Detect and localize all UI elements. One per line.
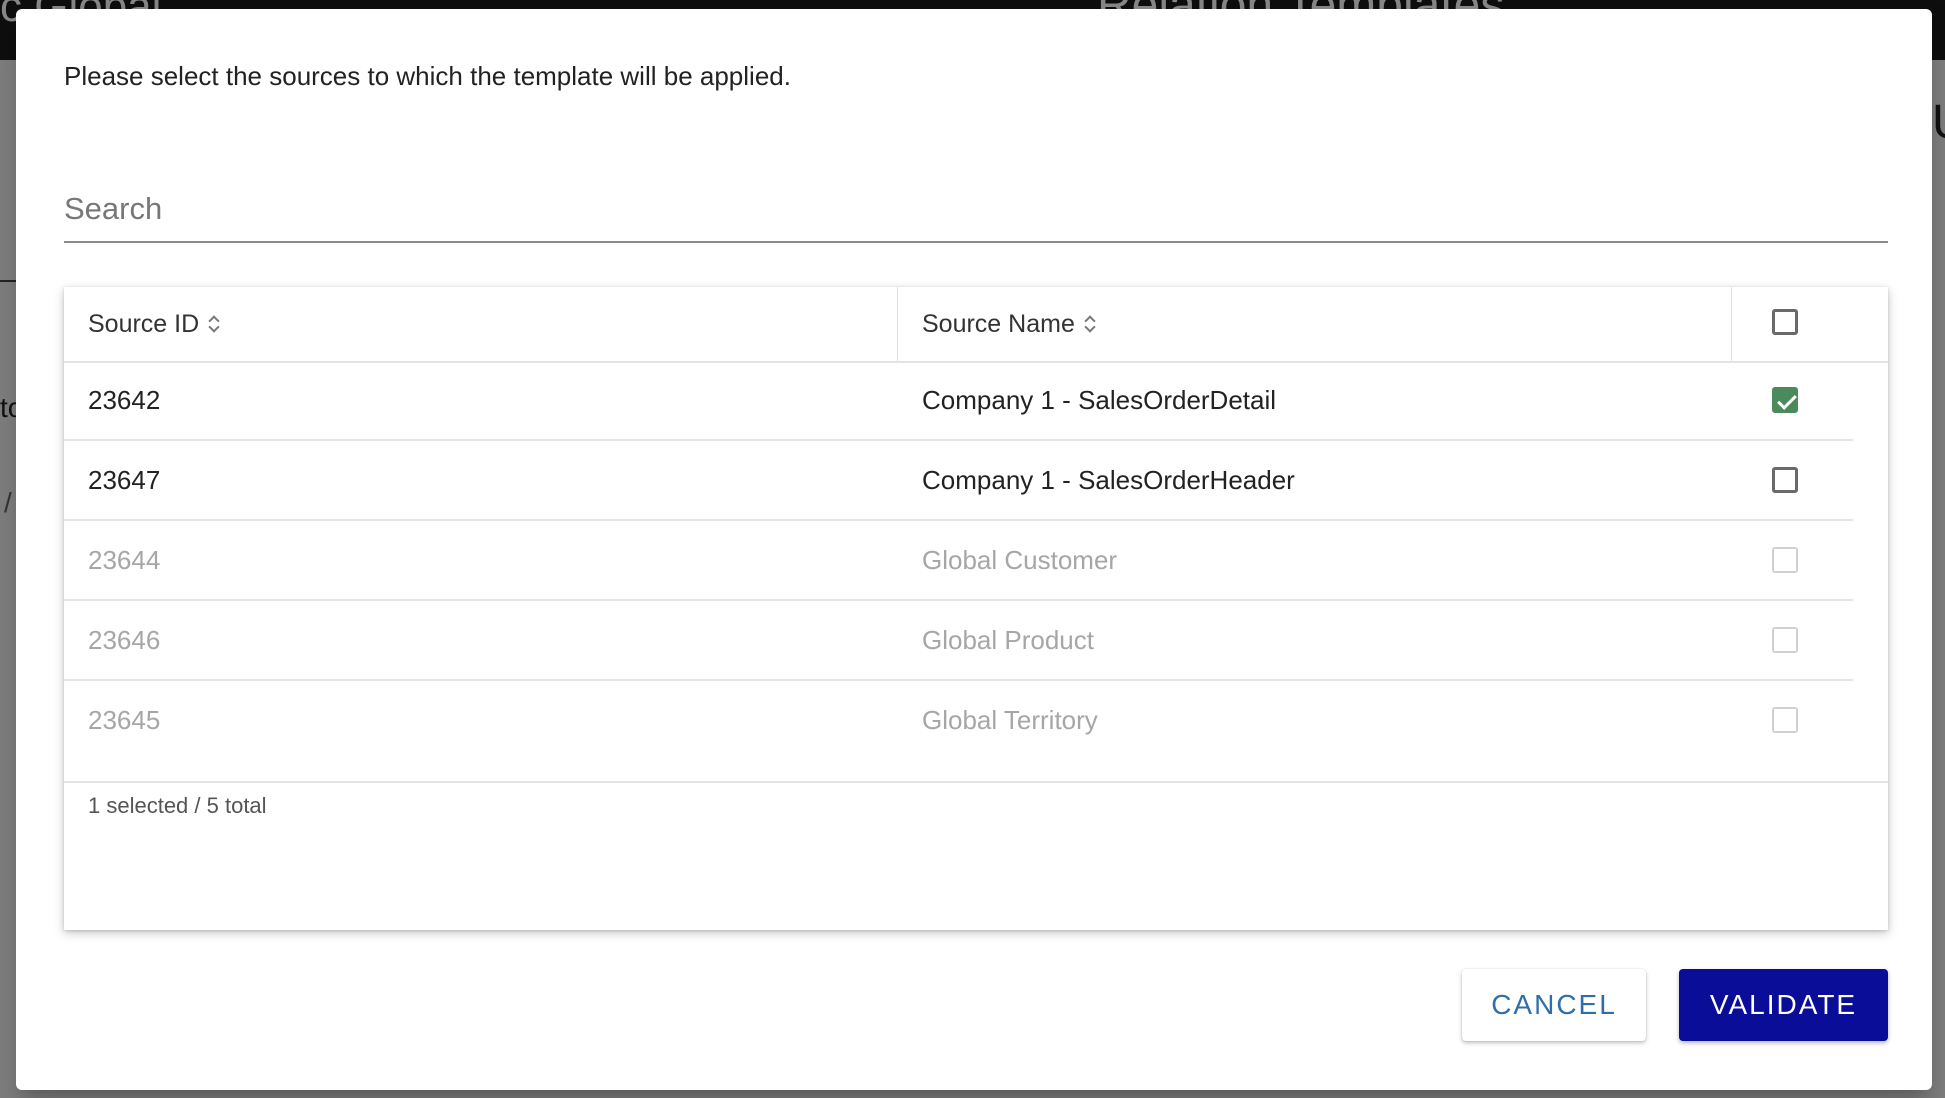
source-id-cell: 23642 <box>88 384 161 415</box>
dialog-prompt: Please select the sources to which the t… <box>64 61 791 91</box>
column-divider <box>1731 287 1732 361</box>
row-checkbox[interactable] <box>1772 387 1798 413</box>
sources-table: Source ID Source Name 23642 Company 1 - … <box>64 287 1888 930</box>
select-all-checkbox[interactable] <box>1772 309 1798 335</box>
table-row[interactable]: 23642 Company 1 - SalesOrderDetail <box>64 361 1853 441</box>
column-header-source-name[interactable]: Source Name <box>922 287 1095 361</box>
row-checkbox-disabled <box>1772 707 1798 733</box>
search-input[interactable] <box>64 185 1888 243</box>
sort-icon[interactable] <box>1083 313 1095 335</box>
column-header-label: Source ID <box>88 309 200 338</box>
source-name-cell: Company 1 - SalesOrderHeader <box>922 464 1295 495</box>
source-id-cell: 23645 <box>88 704 161 735</box>
sort-icon[interactable] <box>207 313 219 335</box>
validate-button[interactable]: VALIDATE <box>1679 969 1888 1041</box>
source-name-cell: Global Customer <box>922 544 1118 575</box>
column-header-source-id[interactable]: Source ID <box>88 287 219 361</box>
table-row[interactable]: 23647 Company 1 - SalesOrderHeader <box>64 441 1853 521</box>
table-row: 23644 Global Customer <box>64 521 1853 601</box>
source-id-cell: 23644 <box>88 544 161 575</box>
source-id-cell: 23646 <box>88 624 161 655</box>
selection-count: 1 selected / 5 total <box>88 793 267 818</box>
row-checkbox-disabled <box>1772 627 1798 653</box>
source-name-cell: Company 1 - SalesOrderDetail <box>922 384 1277 415</box>
source-name-cell: Global Product <box>922 624 1094 655</box>
column-header-label: Source Name <box>922 309 1075 338</box>
table-footer-divider <box>64 781 1888 783</box>
cancel-button[interactable]: CANCEL <box>1462 969 1646 1041</box>
table-row: 23645 Global Territory <box>64 681 1853 759</box>
row-checkbox-disabled <box>1772 547 1798 573</box>
table-header: Source ID Source Name <box>64 287 1888 363</box>
source-name-cell: Global Territory <box>922 704 1098 735</box>
source-selection-dialog: Please select the sources to which the t… <box>16 9 1932 1090</box>
column-divider <box>897 287 898 361</box>
row-checkbox[interactable] <box>1772 467 1798 493</box>
source-id-cell: 23647 <box>88 464 161 495</box>
table-row: 23646 Global Product <box>64 601 1853 681</box>
